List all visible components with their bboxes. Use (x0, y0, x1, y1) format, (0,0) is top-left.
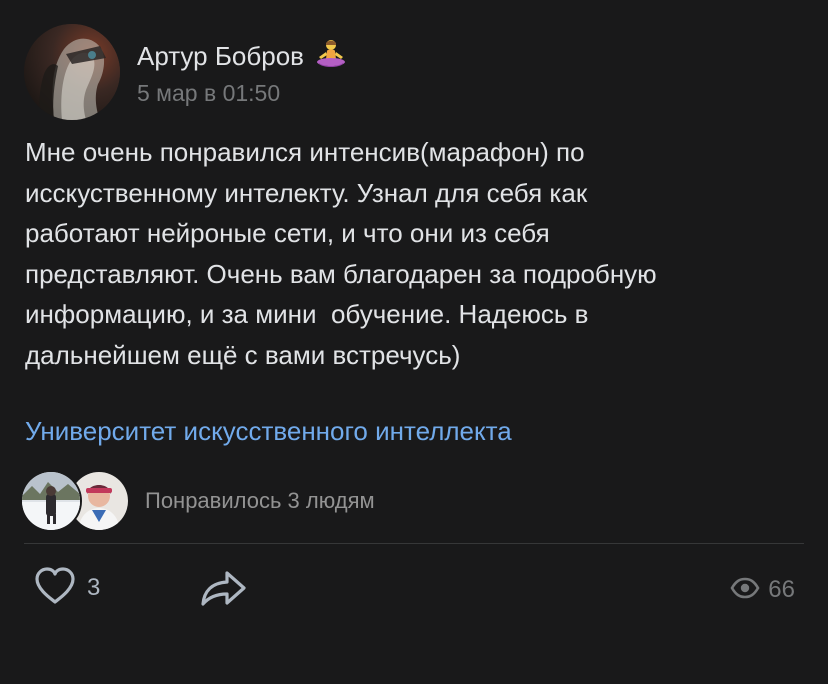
post-text: Мне очень понравился интенсив(марафон) п… (25, 137, 657, 370)
author-name[interactable]: Артур Бобров (137, 39, 348, 71)
views-count: 66 (768, 576, 795, 603)
likes-summary[interactable]: Понравилось 3 людям (145, 486, 375, 516)
author-avatar[interactable] (24, 24, 120, 120)
views-counter: 66 (730, 570, 795, 610)
heart-icon (33, 566, 77, 611)
share-button[interactable] (200, 568, 248, 608)
author-name-text[interactable]: Артур Бобров (137, 41, 304, 71)
divider (24, 543, 804, 544)
post-card: Артур Бобров 5 мар в 01:50 Мне очень пон… (0, 0, 828, 684)
liker-avatar-winter-photo (22, 472, 80, 530)
like-button[interactable]: 3 (33, 566, 101, 611)
like-count: 3 (87, 574, 101, 601)
share-arrow-icon (200, 571, 248, 612)
likers-row[interactable]: Понравилось 3 людям (20, 470, 480, 532)
author-avatar-image (24, 24, 120, 120)
post-time[interactable]: 5 мар в 01:50 (137, 79, 280, 107)
eye-icon (730, 576, 760, 605)
liker-avatar-1[interactable] (20, 470, 82, 532)
group-link[interactable]: Университет искусственного интеллекта (25, 414, 512, 448)
lotus-emoji-icon (314, 39, 348, 69)
